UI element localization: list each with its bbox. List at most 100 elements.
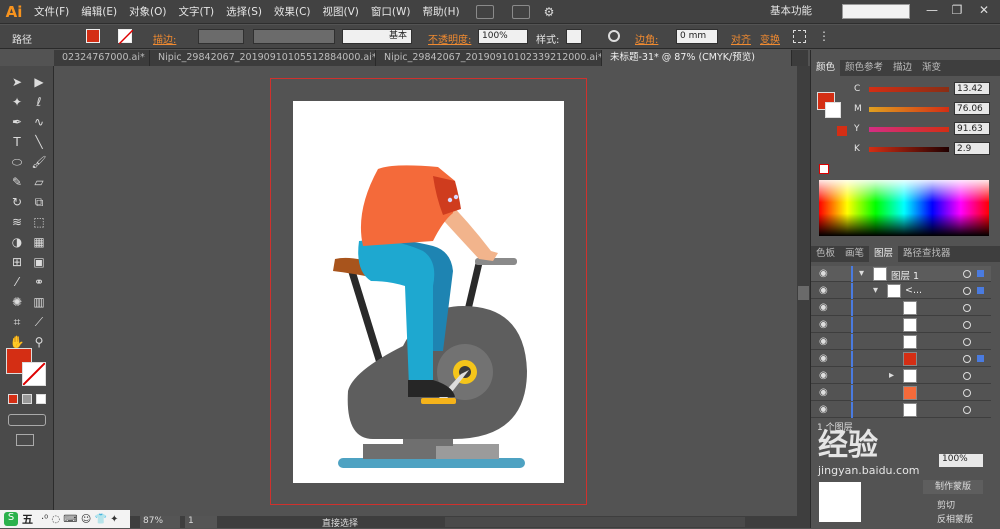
scroll-thumb[interactable] xyxy=(798,286,809,300)
fill-swatch[interactable] xyxy=(86,29,100,43)
blend-tool-icon[interactable]: ⚭ xyxy=(30,274,48,290)
layer-row[interactable]: ◉ xyxy=(811,317,991,333)
lasso-tool-icon[interactable]: ℓ xyxy=(30,94,48,110)
tab-color-guide[interactable]: 颜色参考 xyxy=(840,60,888,76)
expand-triangle-icon[interactable]: ▸ xyxy=(889,370,894,381)
free-transform-tool-icon[interactable]: ⬚ xyxy=(30,214,48,230)
target-icon[interactable] xyxy=(963,321,971,329)
eyedropper-tool-icon[interactable]: ⁄ xyxy=(8,274,26,290)
tab-swatches[interactable]: 色板 xyxy=(811,246,840,262)
zoom-field[interactable]: 87% xyxy=(140,516,180,528)
target-icon[interactable] xyxy=(963,338,971,346)
visibility-eye-icon[interactable]: ◉ xyxy=(819,319,833,331)
layer-row[interactable]: ◉ xyxy=(811,351,991,367)
tab-doc-active[interactable]: 未标题-31* @ 87% (CMYK/预览) xyxy=(602,50,792,66)
scale-tool-icon[interactable]: ⧉ xyxy=(30,194,48,210)
corner-label[interactable]: 边角: xyxy=(635,31,658,46)
perspective-grid-tool-icon[interactable]: ▦ xyxy=(30,234,48,250)
group-name[interactable]: <... xyxy=(905,285,922,296)
recolor-icon[interactable] xyxy=(608,30,620,42)
tab-stroke[interactable]: 描边 xyxy=(888,60,917,76)
panel-stroke-swatch[interactable] xyxy=(825,102,841,118)
layer-row[interactable]: ◉ xyxy=(811,300,991,316)
eraser-tool-icon[interactable]: ▱ xyxy=(30,174,48,190)
channel-m-slider[interactable] xyxy=(869,107,949,112)
ime-toolbar[interactable]: S 五 ·⁰ ◌ ⌨ ☺ 👕 ✦ xyxy=(0,510,130,528)
corner-field[interactable]: 0 mm xyxy=(676,29,718,44)
stroke-weight-field[interactable] xyxy=(198,29,244,44)
menu-file[interactable]: 文件(F) xyxy=(28,0,75,24)
artboard-tool-icon[interactable]: ⌗ xyxy=(8,314,26,330)
magic-wand-tool-icon[interactable]: ✦ xyxy=(8,94,26,110)
visibility-eye-icon[interactable]: ◉ xyxy=(819,268,833,280)
maximize-button[interactable]: ❐ xyxy=(945,3,969,21)
ime-logo-icon[interactable]: S xyxy=(4,512,18,526)
menu-object[interactable]: 对象(O) xyxy=(123,0,172,24)
expand-triangle-icon[interactable]: ▾ xyxy=(873,285,878,296)
none-mode-icon[interactable] xyxy=(36,394,46,404)
menu-window[interactable]: 窗口(W) xyxy=(365,0,417,24)
tab-doc-1[interactable]: 02324767000.ai* xyxy=(54,50,150,66)
layer-row[interactable]: ◉ xyxy=(811,334,991,350)
screen-mode-icon[interactable] xyxy=(16,434,34,446)
horizontal-scrollbar[interactable] xyxy=(445,517,745,527)
gradient-tool-icon[interactable]: ▣ xyxy=(30,254,48,270)
mesh-tool-icon[interactable]: ⊞ xyxy=(8,254,26,270)
expand-triangle-icon[interactable]: ▾ xyxy=(859,268,864,279)
align-link[interactable]: 对齐 xyxy=(731,31,751,46)
channel-k-value[interactable]: 2.9 xyxy=(954,142,990,155)
workspace-switcher[interactable]: 基本功能 xyxy=(770,3,812,18)
visibility-eye-icon[interactable]: ◉ xyxy=(819,336,833,348)
opacity-label[interactable]: 不透明度: xyxy=(428,31,471,46)
visibility-eye-icon[interactable]: ◉ xyxy=(819,370,833,382)
symbol-sprayer-tool-icon[interactable]: ✺ xyxy=(8,294,26,310)
clip-checkbox-label[interactable]: 剪切 xyxy=(937,498,955,511)
opacity-field[interactable]: 100% xyxy=(478,29,528,44)
pencil-tool-icon[interactable]: ✎ xyxy=(8,174,26,190)
graph-tool-icon[interactable]: ▥ xyxy=(30,294,48,310)
tab-gradient[interactable]: 渐变 xyxy=(917,60,946,76)
artboard-nav-field[interactable]: 1 xyxy=(185,516,217,528)
gradient-mode-icon[interactable] xyxy=(22,394,32,404)
arrange-documents-icon[interactable] xyxy=(511,4,530,19)
visibility-eye-icon[interactable]: ◉ xyxy=(819,302,833,314)
tab-color[interactable]: 颜色 xyxy=(811,60,841,76)
make-mask-button[interactable]: 制作蒙版 xyxy=(923,480,983,494)
tab-doc-2[interactable]: Nipic_29842067_20190910105512884000.ai* xyxy=(150,50,376,66)
channel-y-slider[interactable] xyxy=(869,127,949,132)
type-tool-icon[interactable]: T xyxy=(8,134,26,150)
ime-mode-label[interactable]: 五 xyxy=(22,511,33,527)
transform-link[interactable]: 变换 xyxy=(760,31,780,46)
channel-c-value[interactable]: 13.42 xyxy=(954,82,990,95)
draw-mode-icon[interactable] xyxy=(8,414,46,426)
color-spectrum[interactable] xyxy=(819,180,989,236)
isolate-icon[interactable] xyxy=(793,30,806,43)
close-button[interactable]: ✕ xyxy=(972,3,996,21)
pen-tool-icon[interactable]: ✒ xyxy=(8,114,26,130)
exercise-bike-illustration[interactable] xyxy=(293,101,564,483)
ellipse-tool-icon[interactable]: ⬭ xyxy=(8,154,26,170)
status-label[interactable]: 直接选择 xyxy=(322,516,358,529)
target-icon[interactable] xyxy=(963,304,971,312)
bridge-icon[interactable] xyxy=(475,4,494,19)
menu-view[interactable]: 视图(V) xyxy=(317,0,365,24)
none-color-swatch[interactable] xyxy=(819,164,829,174)
channel-c-slider[interactable] xyxy=(869,87,949,92)
menu-effect[interactable]: 效果(C) xyxy=(268,0,317,24)
brush-definition-field[interactable]: 基本 xyxy=(342,29,412,44)
color-mode-icon[interactable] xyxy=(8,394,18,404)
channel-y-value[interactable]: 91.63 xyxy=(954,122,990,135)
target-icon[interactable] xyxy=(963,287,971,295)
variable-width-field[interactable] xyxy=(253,29,335,44)
minimize-button[interactable]: — xyxy=(920,3,944,21)
target-icon[interactable] xyxy=(963,372,971,380)
artboard[interactable] xyxy=(293,101,564,483)
vertical-scrollbar[interactable] xyxy=(797,66,810,516)
target-icon[interactable] xyxy=(963,389,971,397)
layer-row[interactable]: ◉ xyxy=(811,385,991,401)
panel-menu-icon[interactable]: ⋮ xyxy=(818,29,830,43)
pedal[interactable] xyxy=(421,398,456,404)
curvature-tool-icon[interactable]: ∿ xyxy=(30,114,48,130)
floor-shape[interactable] xyxy=(338,458,525,468)
bike-base-shadow[interactable] xyxy=(363,444,436,459)
